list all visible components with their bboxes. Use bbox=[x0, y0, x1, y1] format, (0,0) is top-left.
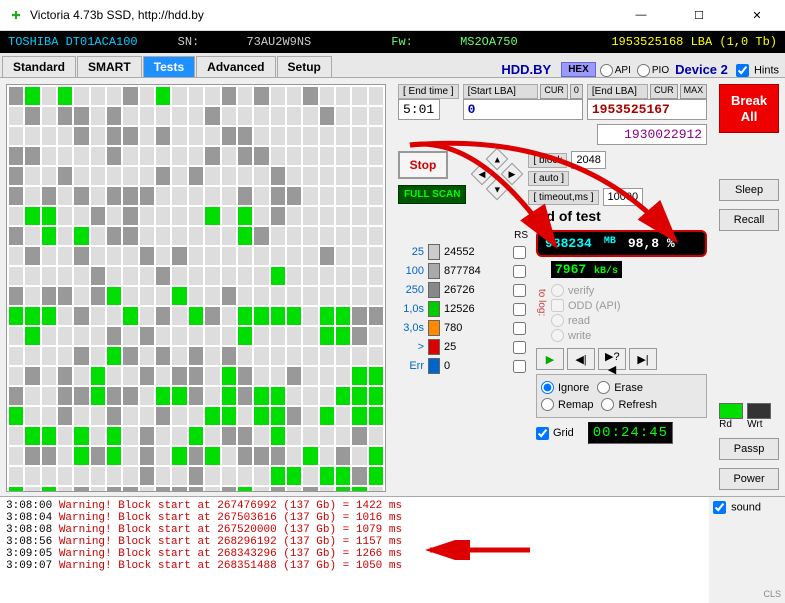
serial-number: SN: 73AU2W9NS bbox=[178, 35, 352, 49]
tab-setup[interactable]: Setup bbox=[277, 56, 332, 77]
arrow-down-button[interactable]: ▼ bbox=[486, 178, 509, 201]
stop-button[interactable]: Stop bbox=[398, 151, 448, 179]
maximize-button[interactable]: ☐ bbox=[679, 9, 719, 22]
endlba-max-button[interactable]: MAX bbox=[680, 84, 708, 99]
verify-radio[interactable]: verify bbox=[551, 284, 699, 297]
odd-checkbox[interactable]: ODD (API) bbox=[551, 299, 699, 312]
speed-value: 7967 kB/s bbox=[551, 261, 622, 278]
read-radio[interactable]: read bbox=[551, 314, 699, 327]
timing-row: 100877784 bbox=[398, 263, 528, 279]
passp-button[interactable]: Passp bbox=[719, 438, 779, 460]
hints-checkbox[interactable]: Hints bbox=[736, 64, 779, 77]
timing-row: 2524552 bbox=[398, 244, 528, 260]
lba-capacity: 1953525168 LBA (1,0 Tb) bbox=[611, 35, 777, 49]
log-line: 3:09:07 Warning! Block start at 26835148… bbox=[6, 560, 703, 572]
break-all-button[interactable]: Break All bbox=[719, 84, 779, 133]
endtime-label: [ End time ] bbox=[398, 84, 459, 99]
arrow-pad: ▲ ▼ ◀ ▶ bbox=[474, 151, 520, 197]
startlba-label: [Start LBA] bbox=[463, 84, 539, 99]
firmware: Fw: MS2OA750 bbox=[391, 35, 557, 49]
pio-radio[interactable]: PIO bbox=[637, 64, 669, 77]
sleep-button[interactable]: Sleep bbox=[719, 179, 779, 201]
startlba-zero-button[interactable]: 0 bbox=[570, 84, 583, 99]
block-label: [ block bbox=[528, 153, 567, 168]
timing-row: Err0 bbox=[398, 358, 528, 374]
elapsed-timer: 00:24:45 bbox=[588, 422, 673, 444]
timeout-label: [ timeout,ms ] bbox=[528, 190, 598, 205]
arrow-left-button[interactable]: ◀ bbox=[471, 163, 494, 186]
api-radio[interactable]: API bbox=[600, 64, 631, 77]
window-title: Victoria 4.73b SSD, http://hdd.by bbox=[30, 8, 621, 22]
sound-checkbox[interactable]: sound bbox=[713, 501, 781, 514]
position-value: 1930022912 bbox=[597, 124, 707, 145]
next-button[interactable]: ▶| bbox=[629, 348, 657, 370]
app-icon: ✚ bbox=[8, 7, 24, 23]
fullscan-button[interactable]: FULL SCAN bbox=[398, 185, 466, 204]
tab-standard[interactable]: Standard bbox=[2, 56, 76, 77]
rs-label: RS bbox=[514, 230, 528, 241]
surface-map bbox=[6, 84, 386, 492]
arrow-right-button[interactable]: ▶ bbox=[501, 163, 524, 186]
timeout-select[interactable]: 10000 bbox=[603, 188, 644, 206]
tolog-label: to log: bbox=[536, 289, 547, 316]
power-button[interactable]: Power bbox=[719, 468, 779, 490]
log-line: 3:08:56 Warning! Block start at 26829619… bbox=[6, 536, 703, 548]
progress-display: 988234MB 98,8 % bbox=[536, 230, 707, 257]
log-line: 3:08:08 Warning! Block start at 26752000… bbox=[6, 524, 703, 536]
endlba-input[interactable]: 1953525167 bbox=[587, 99, 707, 120]
recall-button[interactable]: Recall bbox=[719, 209, 779, 231]
log-line: 3:08:00 Warning! Block start at 26747699… bbox=[6, 500, 703, 512]
remap-radio[interactable]: Remap bbox=[541, 398, 593, 411]
erase-radio[interactable]: Erase bbox=[597, 381, 643, 394]
hex-button[interactable]: HEX bbox=[561, 62, 596, 77]
auto-label: [ auto ] bbox=[528, 171, 569, 186]
grid-checkbox[interactable]: Grid bbox=[536, 427, 574, 440]
timing-row: 3,0s780 bbox=[398, 320, 528, 336]
startlba-input[interactable]: 0 bbox=[463, 99, 583, 120]
log-panel[interactable]: 3:08:00 Warning! Block start at 26747699… bbox=[0, 497, 709, 603]
write-radio[interactable]: write bbox=[551, 329, 699, 342]
prev-button[interactable]: ◀| bbox=[567, 348, 595, 370]
device-select[interactable]: Device 2 bbox=[675, 62, 728, 77]
minimize-button[interactable]: — bbox=[621, 9, 661, 22]
block-select[interactable]: 2048 bbox=[571, 151, 605, 169]
tab-advanced[interactable]: Advanced bbox=[196, 56, 275, 77]
arrow-up-button[interactable]: ▲ bbox=[486, 148, 509, 171]
timing-row: 1,0s12526 bbox=[398, 301, 528, 317]
refresh-radio[interactable]: Refresh bbox=[601, 398, 657, 411]
timing-row: 25026726 bbox=[398, 282, 528, 298]
ignore-radio[interactable]: Ignore bbox=[541, 381, 589, 394]
brand-link[interactable]: HDD.BY bbox=[501, 62, 551, 77]
tab-tests[interactable]: Tests bbox=[143, 56, 195, 77]
cls-button[interactable]: CLS bbox=[713, 589, 781, 599]
startlba-cur-button[interactable]: CUR bbox=[540, 84, 568, 99]
percent-done: 98,8 % bbox=[624, 235, 679, 252]
play-button[interactable]: ▶ bbox=[536, 348, 564, 370]
mb-scanned: 988234 bbox=[541, 235, 596, 252]
endlba-cur-button[interactable]: CUR bbox=[650, 84, 678, 99]
end-of-test-label: End of test bbox=[528, 208, 707, 224]
endlba-label: [End LBA] bbox=[587, 84, 648, 99]
close-button[interactable]: ✕ bbox=[737, 9, 777, 22]
seek-button[interactable]: ▶?◀ bbox=[598, 348, 626, 370]
tab-smart[interactable]: SMART bbox=[77, 56, 142, 77]
log-line: 3:09:05 Warning! Block start at 26834329… bbox=[6, 548, 703, 560]
log-line: 3:08:04 Warning! Block start at 26750361… bbox=[6, 512, 703, 524]
timing-row: >25 bbox=[398, 339, 528, 355]
rd-wrt-indicator: Rd Wrt bbox=[719, 403, 779, 430]
endtime-value[interactable]: 5:01 bbox=[398, 99, 440, 120]
drive-model: TOSHIBA DT01ACA100 bbox=[8, 35, 138, 49]
